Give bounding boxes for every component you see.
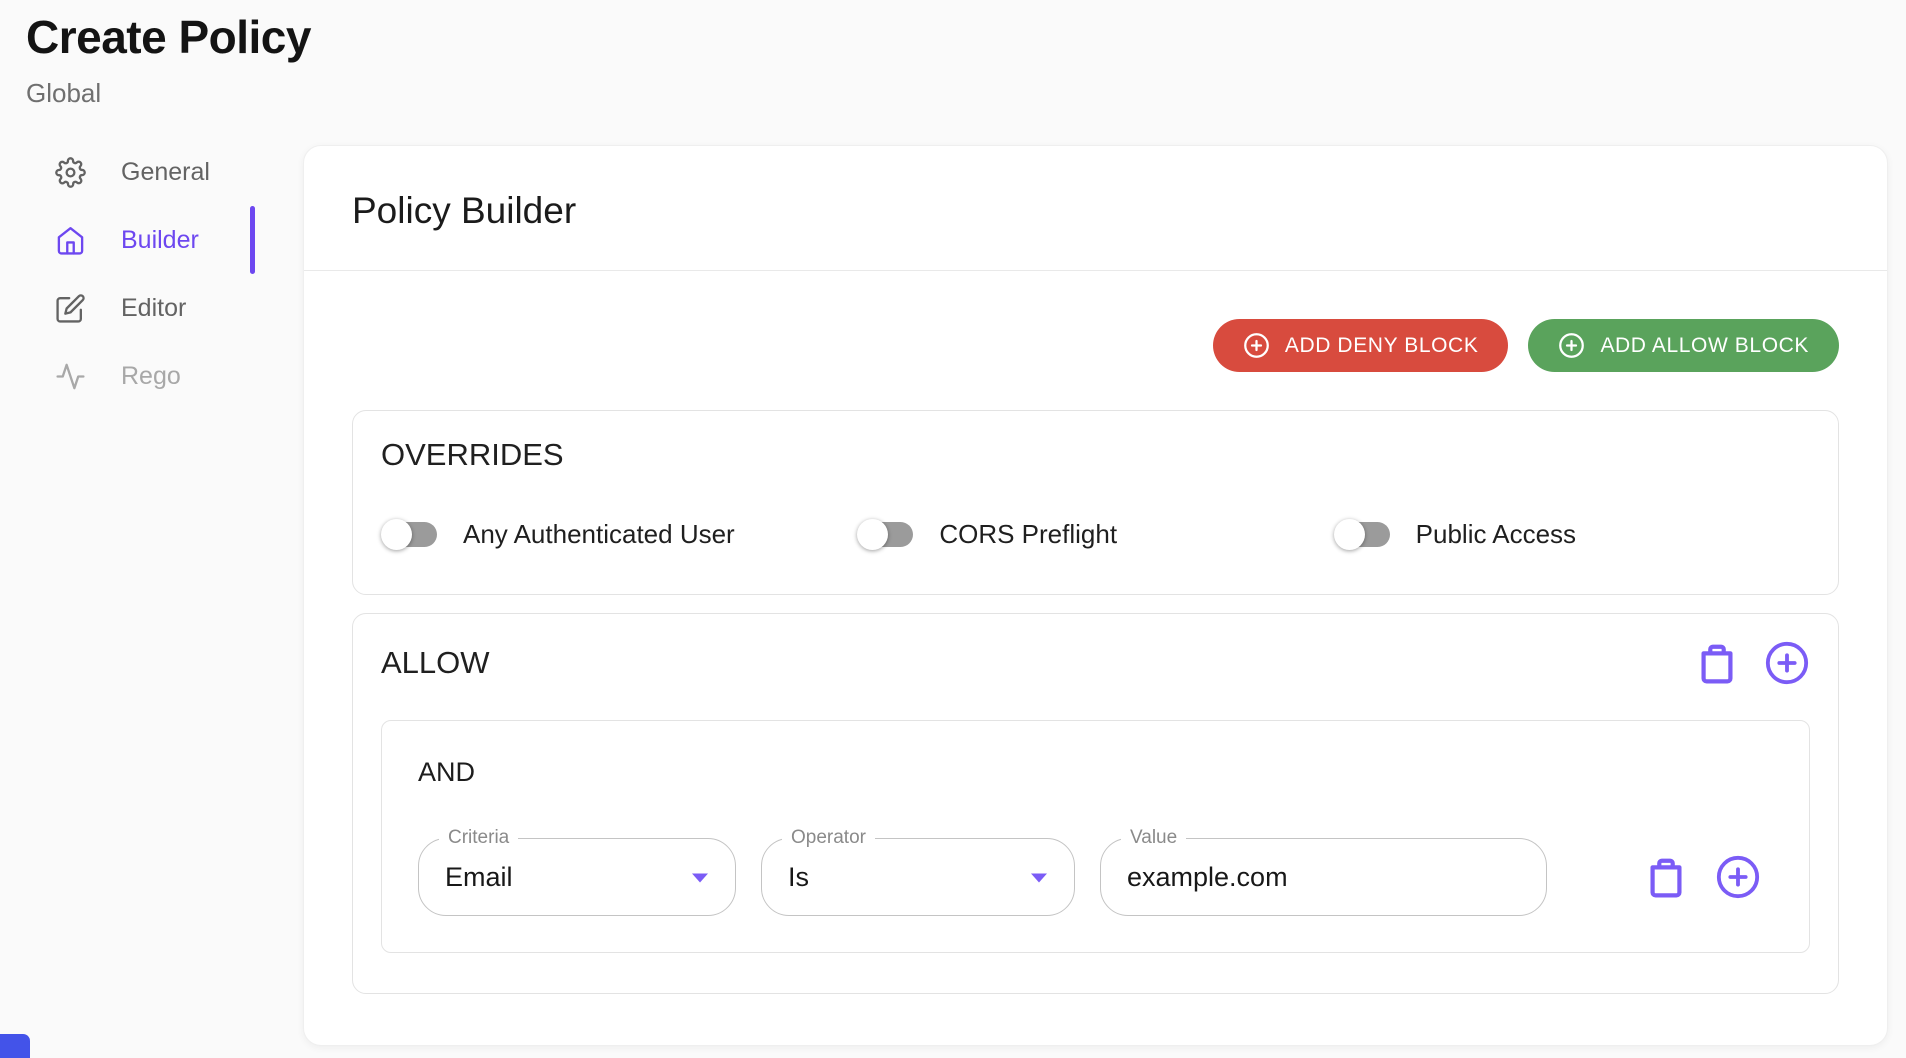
toggle-thumb [1334, 519, 1365, 550]
toggle-group-public-access: Public Access [1334, 519, 1810, 550]
toggle-label: Public Access [1416, 519, 1576, 550]
offscreen-element-fragment [0, 1034, 30, 1058]
edit-icon [55, 293, 86, 324]
card-body: ADD DENY BLOCK ADD ALLOW BLOCK OVERRIDES [304, 319, 1887, 1037]
overrides-section: OVERRIDES Any Authenticated User [352, 410, 1839, 595]
criteria-select[interactable]: Criteria Email [418, 838, 736, 916]
add-condition-button[interactable] [1715, 854, 1761, 900]
sidebar-item-label: Rego [121, 362, 181, 391]
active-indicator-bar [250, 206, 255, 274]
condition-actions [1643, 854, 1773, 900]
sidebar-item-label: General [121, 158, 210, 187]
home-icon [55, 225, 86, 256]
condition-group-card: AND Criteria Email Operator Is [381, 720, 1810, 953]
allow-block-actions [1694, 640, 1810, 686]
value-field: Value [1100, 838, 1547, 916]
add-deny-block-label: ADD DENY BLOCK [1285, 334, 1479, 358]
add-deny-block-button[interactable]: ADD DENY BLOCK [1213, 319, 1509, 372]
criteria-field-label: Criteria [439, 827, 518, 849]
toggle-label: CORS Preflight [939, 519, 1117, 550]
operator-selected-value: Is [788, 862, 809, 893]
chevron-down-icon [691, 871, 709, 883]
page-subtitle: Global [26, 78, 1906, 109]
sidebar-item-rego[interactable]: Rego [55, 359, 255, 393]
plus-circle-icon [1715, 888, 1761, 903]
activity-icon [55, 361, 86, 392]
sidebar-item-editor[interactable]: Editor [55, 291, 255, 325]
allow-block-section: ALLOW [352, 613, 1839, 994]
any-authenticated-user-toggle[interactable] [381, 519, 439, 550]
toggle-group-any-authenticated-user: Any Authenticated User [381, 519, 857, 550]
operator-field-label: Operator [782, 827, 875, 849]
sidebar-item-label: Builder [121, 226, 199, 255]
content-area: General Builder Editor Rego Policy Build… [0, 145, 1906, 1046]
page-title: Create Policy [26, 10, 1906, 64]
add-allow-block-label: ADD ALLOW BLOCK [1600, 334, 1809, 358]
gear-icon [55, 157, 86, 188]
trash-icon [1643, 888, 1689, 903]
public-access-toggle[interactable] [1334, 519, 1392, 550]
page-header: Create Policy Global [0, 0, 1906, 109]
operator-select[interactable]: Operator Is [761, 838, 1075, 916]
card-title: Policy Builder [352, 190, 1839, 232]
toggle-label: Any Authenticated User [463, 519, 735, 550]
allow-block-title: ALLOW [381, 645, 490, 681]
policy-builder-card: Policy Builder ADD DENY BLOCK ADD ALLOW … [303, 145, 1888, 1046]
overrides-title: OVERRIDES [381, 437, 1810, 473]
condition-row: Criteria Email Operator Is [418, 838, 1773, 916]
toggle-thumb [381, 519, 412, 550]
value-input[interactable] [1127, 862, 1520, 893]
allow-block-header: ALLOW [381, 640, 1810, 686]
criteria-selected-value: Email [445, 862, 513, 893]
sidebar-item-builder[interactable]: Builder [55, 223, 255, 257]
plus-circle-icon [1243, 332, 1270, 359]
value-field-label: Value [1121, 827, 1186, 849]
logic-operator-label: AND [418, 757, 1773, 788]
trash-icon [1694, 674, 1740, 689]
chevron-down-icon [1030, 871, 1048, 883]
sidebar: General Builder Editor Rego [0, 145, 303, 427]
delete-condition-button[interactable] [1643, 854, 1689, 900]
add-group-button[interactable] [1764, 640, 1810, 686]
block-actions-row: ADD DENY BLOCK ADD ALLOW BLOCK [352, 319, 1839, 372]
sidebar-item-general[interactable]: General [55, 155, 255, 189]
plus-circle-icon [1558, 332, 1585, 359]
overrides-toggles-row: Any Authenticated User CORS Preflight [381, 519, 1810, 562]
sidebar-item-label: Editor [121, 294, 186, 323]
delete-block-button[interactable] [1694, 640, 1740, 686]
cors-preflight-toggle[interactable] [857, 519, 915, 550]
add-allow-block-button[interactable]: ADD ALLOW BLOCK [1528, 319, 1839, 372]
toggle-group-cors-preflight: CORS Preflight [857, 519, 1333, 550]
plus-circle-icon [1764, 674, 1810, 689]
card-header: Policy Builder [304, 146, 1887, 271]
